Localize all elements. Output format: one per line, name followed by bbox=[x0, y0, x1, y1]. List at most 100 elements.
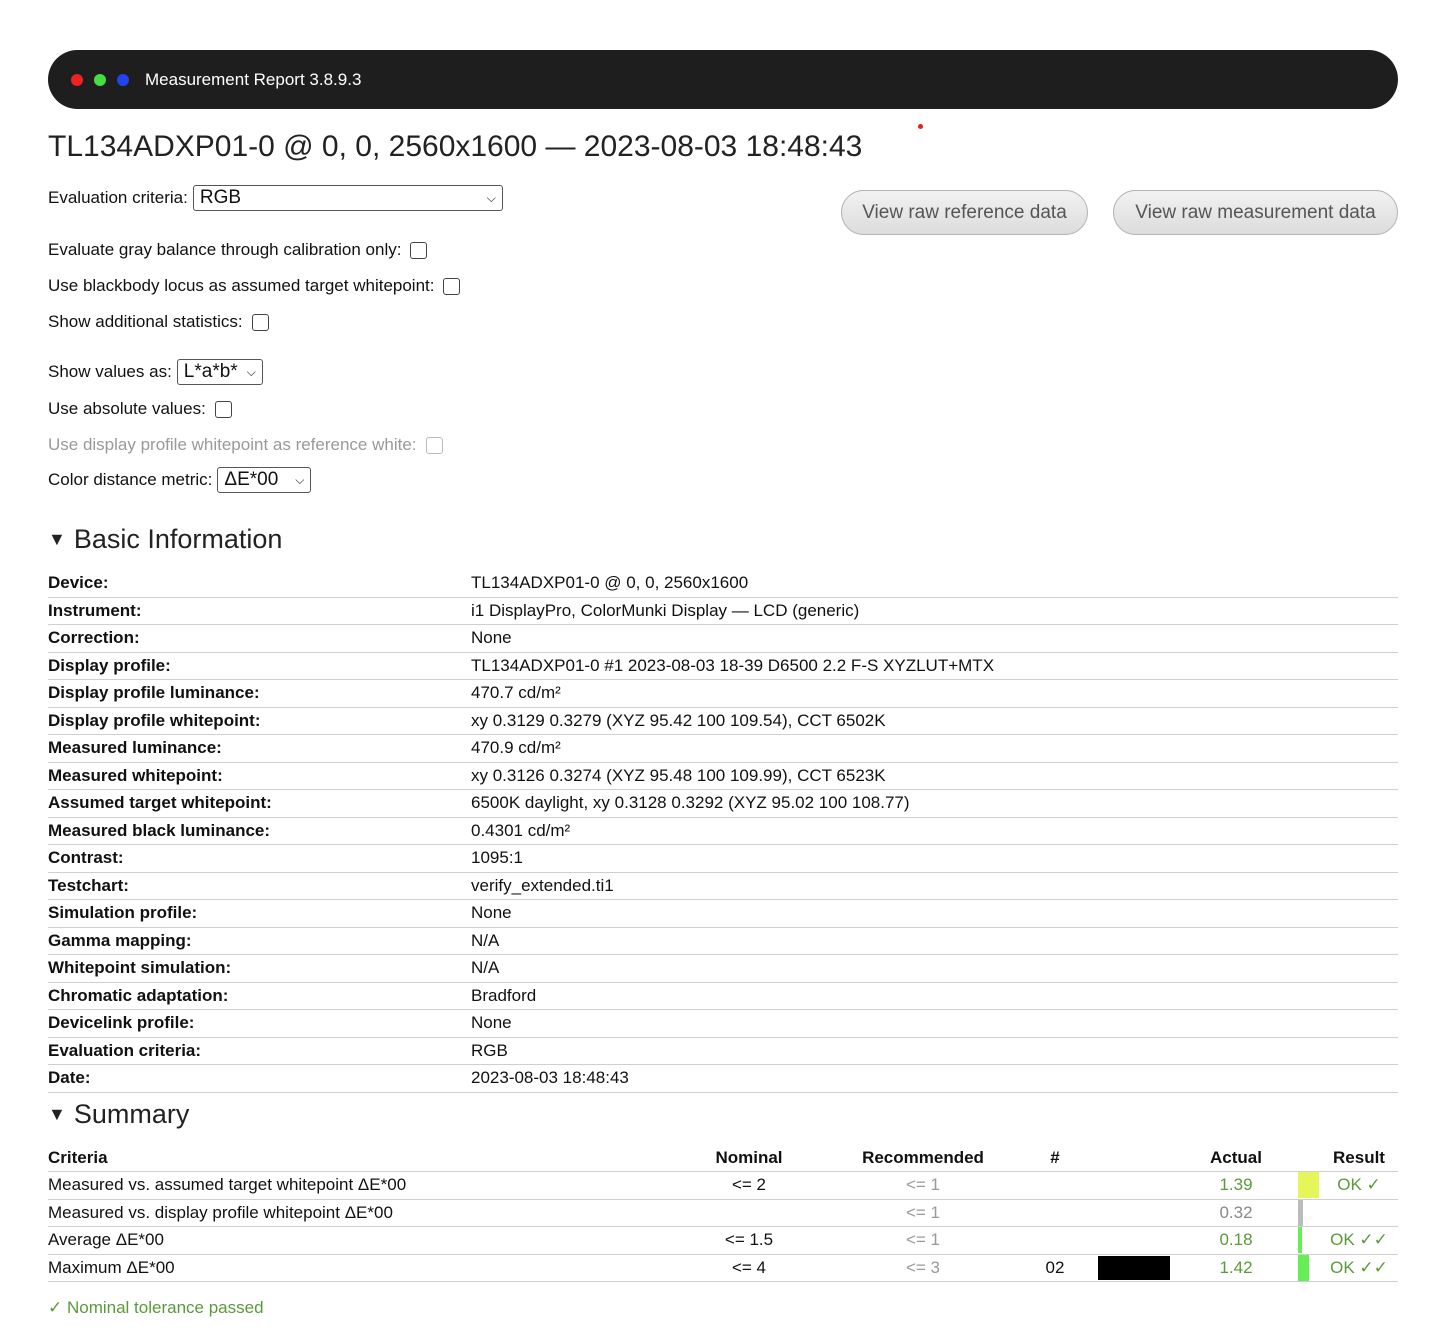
info-label: Evaluation criteria: bbox=[48, 1037, 471, 1065]
show-values-select[interactable]: L*a*b* ⌵ bbox=[176, 359, 263, 385]
summary-number bbox=[1016, 1171, 1094, 1200]
page-title: TL134ADXP01-0 @ 0, 0, 2560x1600 — 2023-0… bbox=[48, 130, 863, 163]
info-row: Measured luminance: 470.9 cd/m² bbox=[48, 734, 1398, 763]
delta-e-bar bbox=[1298, 1254, 1309, 1281]
additional-stats-checkbox[interactable] bbox=[251, 313, 269, 331]
info-label: Gamma mapping: bbox=[48, 927, 471, 955]
absolute-values-label: Use absolute values: bbox=[48, 399, 206, 418]
distance-metric-select[interactable]: ΔE*00 ⌵ bbox=[217, 467, 312, 493]
summary-recommended: <= 1 bbox=[830, 1199, 1016, 1227]
summary-header-row: Criteria Nominal Recommended # Actual Re… bbox=[48, 1145, 1398, 1172]
info-label: Contrast: bbox=[48, 844, 471, 873]
summary-bar-cell bbox=[1298, 1226, 1320, 1255]
collapse-triangle-icon[interactable]: ▼ bbox=[48, 1104, 66, 1125]
info-label: Assumed target whitepoint: bbox=[48, 789, 471, 818]
info-value: 470.9 cd/m² bbox=[471, 734, 1398, 763]
info-row: Device: TL134ADXP01-0 @ 0, 0, 2560x1600 bbox=[48, 570, 1398, 598]
summary-criteria: Measured vs. assumed target whitepoint Δ… bbox=[48, 1171, 668, 1200]
view-raw-measurement-button[interactable]: View raw measurement data bbox=[1113, 190, 1398, 235]
chevron-down-icon: ⌵ bbox=[486, 190, 496, 205]
info-label: Correction: bbox=[48, 624, 471, 653]
info-row: Display profile: TL134ADXP01-0 #1 2023-08… bbox=[48, 652, 1398, 680]
info-value: Bradford bbox=[471, 982, 1398, 1010]
window-title: Measurement Report 3.8.9.3 bbox=[145, 69, 362, 89]
info-label: Display profile whitepoint: bbox=[48, 707, 471, 735]
summary-title: Summary bbox=[73, 1099, 190, 1129]
info-row: Gamma mapping: N/A bbox=[48, 927, 1398, 955]
summary-heading[interactable]: ▼ Summary bbox=[48, 1099, 189, 1130]
info-row: Display profile whitepoint: xy 0.3129 0.3… bbox=[48, 707, 1398, 735]
summary-patch bbox=[1094, 1199, 1174, 1227]
maximize-dot-icon[interactable] bbox=[94, 73, 106, 86]
info-label: Measured luminance: bbox=[48, 734, 471, 763]
info-value: N/A bbox=[471, 927, 1398, 955]
absolute-values-checkbox[interactable] bbox=[214, 400, 232, 418]
show-values-row: Show values as: L*a*b* ⌵ bbox=[48, 359, 263, 385]
additional-stats-row: Show additional statistics: bbox=[48, 312, 269, 332]
summary-result: OK ✓✓ bbox=[1320, 1226, 1398, 1255]
info-value: 2023-08-03 18:48:43 bbox=[471, 1064, 1398, 1093]
indicator-dot-icon bbox=[918, 124, 923, 129]
summary-recommended: <= 3 bbox=[830, 1254, 1016, 1282]
summary-number bbox=[1016, 1199, 1094, 1227]
blackbody-row: Use blackbody locus as assumed target wh… bbox=[48, 276, 461, 296]
info-value: 1095:1 bbox=[471, 844, 1398, 873]
view-raw-reference-button[interactable]: View raw reference data bbox=[841, 190, 1088, 235]
info-row: Testchart: verify_extended.ti1 bbox=[48, 872, 1398, 900]
summary-patch bbox=[1094, 1254, 1174, 1282]
delta-e-bar bbox=[1298, 1172, 1319, 1199]
evaluation-criteria-select[interactable]: RGB ⌵ bbox=[192, 185, 503, 211]
window-titlebar: Measurement Report 3.8.9.3 bbox=[48, 50, 1398, 109]
gray-balance-checkbox[interactable] bbox=[410, 241, 428, 259]
info-label: Display profile luminance: bbox=[48, 679, 471, 708]
collapse-triangle-icon[interactable]: ▼ bbox=[48, 529, 66, 550]
col-nominal: Nominal bbox=[668, 1145, 830, 1172]
info-value: xy 0.3129 0.3279 (XYZ 95.42 100 109.54),… bbox=[471, 707, 1398, 735]
summary-nominal: <= 1.5 bbox=[668, 1226, 830, 1255]
close-dot-icon[interactable] bbox=[71, 73, 83, 86]
delta-e-bar bbox=[1298, 1199, 1303, 1226]
info-value: N/A bbox=[471, 954, 1398, 983]
evaluation-criteria-row: Evaluation criteria: RGB ⌵ bbox=[48, 185, 503, 211]
chevron-down-icon: ⌵ bbox=[295, 472, 305, 487]
col-number: # bbox=[1016, 1145, 1094, 1172]
summary-actual: 0.32 bbox=[1174, 1199, 1298, 1227]
info-label: Instrument: bbox=[48, 597, 471, 625]
info-row: Assumed target whitepoint: 6500K daylight… bbox=[48, 789, 1398, 818]
info-row: Chromatic adaptation: Bradford bbox=[48, 982, 1398, 1010]
summary-bar-cell bbox=[1298, 1199, 1320, 1227]
summary-nominal: <= 4 bbox=[668, 1254, 830, 1282]
info-label: Measured black luminance: bbox=[48, 817, 471, 845]
info-label: Simulation profile: bbox=[48, 899, 471, 928]
summary-result: OK ✓✓ bbox=[1320, 1254, 1398, 1282]
summary-actual: 1.42 bbox=[1174, 1254, 1298, 1282]
info-row: Simulation profile: None bbox=[48, 899, 1398, 928]
info-row: Correction: None bbox=[48, 624, 1398, 653]
info-label: Measured whitepoint: bbox=[48, 762, 471, 790]
info-row: Measured whitepoint: xy 0.3126 0.3274 (XY… bbox=[48, 762, 1398, 790]
info-row: Instrument: i1 DisplayPro, ColorMunki Dis… bbox=[48, 597, 1398, 625]
summary-bar-cell bbox=[1298, 1254, 1320, 1282]
info-value: verify_extended.ti1 bbox=[471, 872, 1398, 900]
summary-row: Average ΔE*00 <= 1.5 <= 1 0.18 OK ✓✓ bbox=[48, 1226, 1398, 1255]
summary-recommended: <= 1 bbox=[830, 1226, 1016, 1255]
info-value: 0.4301 cd/m² bbox=[471, 817, 1398, 845]
info-row: Display profile luminance: 470.7 cd/m² bbox=[48, 679, 1398, 708]
gray-balance-row: Evaluate gray balance through calibratio… bbox=[48, 240, 428, 260]
summary-result: OK ✓ bbox=[1320, 1171, 1398, 1200]
summary-criteria: Measured vs. display profile whitepoint … bbox=[48, 1199, 668, 1227]
col-patch bbox=[1094, 1145, 1174, 1172]
show-values-label: Show values as: bbox=[48, 362, 172, 381]
info-value: None bbox=[471, 1009, 1398, 1038]
info-label: Testchart: bbox=[48, 872, 471, 900]
summary-actual: 0.18 bbox=[1174, 1226, 1298, 1255]
basic-info-heading[interactable]: ▼ Basic Information bbox=[48, 524, 282, 555]
additional-stats-label: Show additional statistics: bbox=[48, 312, 243, 331]
col-recommended: Recommended bbox=[830, 1145, 1016, 1172]
minimize-dot-icon[interactable] bbox=[117, 73, 129, 86]
summary-criteria: Average ΔE*00 bbox=[48, 1226, 668, 1255]
info-value: 6500K daylight, xy 0.3128 0.3292 (XYZ 95… bbox=[471, 789, 1398, 818]
summary-recommended: <= 1 bbox=[830, 1171, 1016, 1200]
blackbody-label: Use blackbody locus as assumed target wh… bbox=[48, 276, 435, 295]
blackbody-checkbox[interactable] bbox=[443, 277, 461, 295]
